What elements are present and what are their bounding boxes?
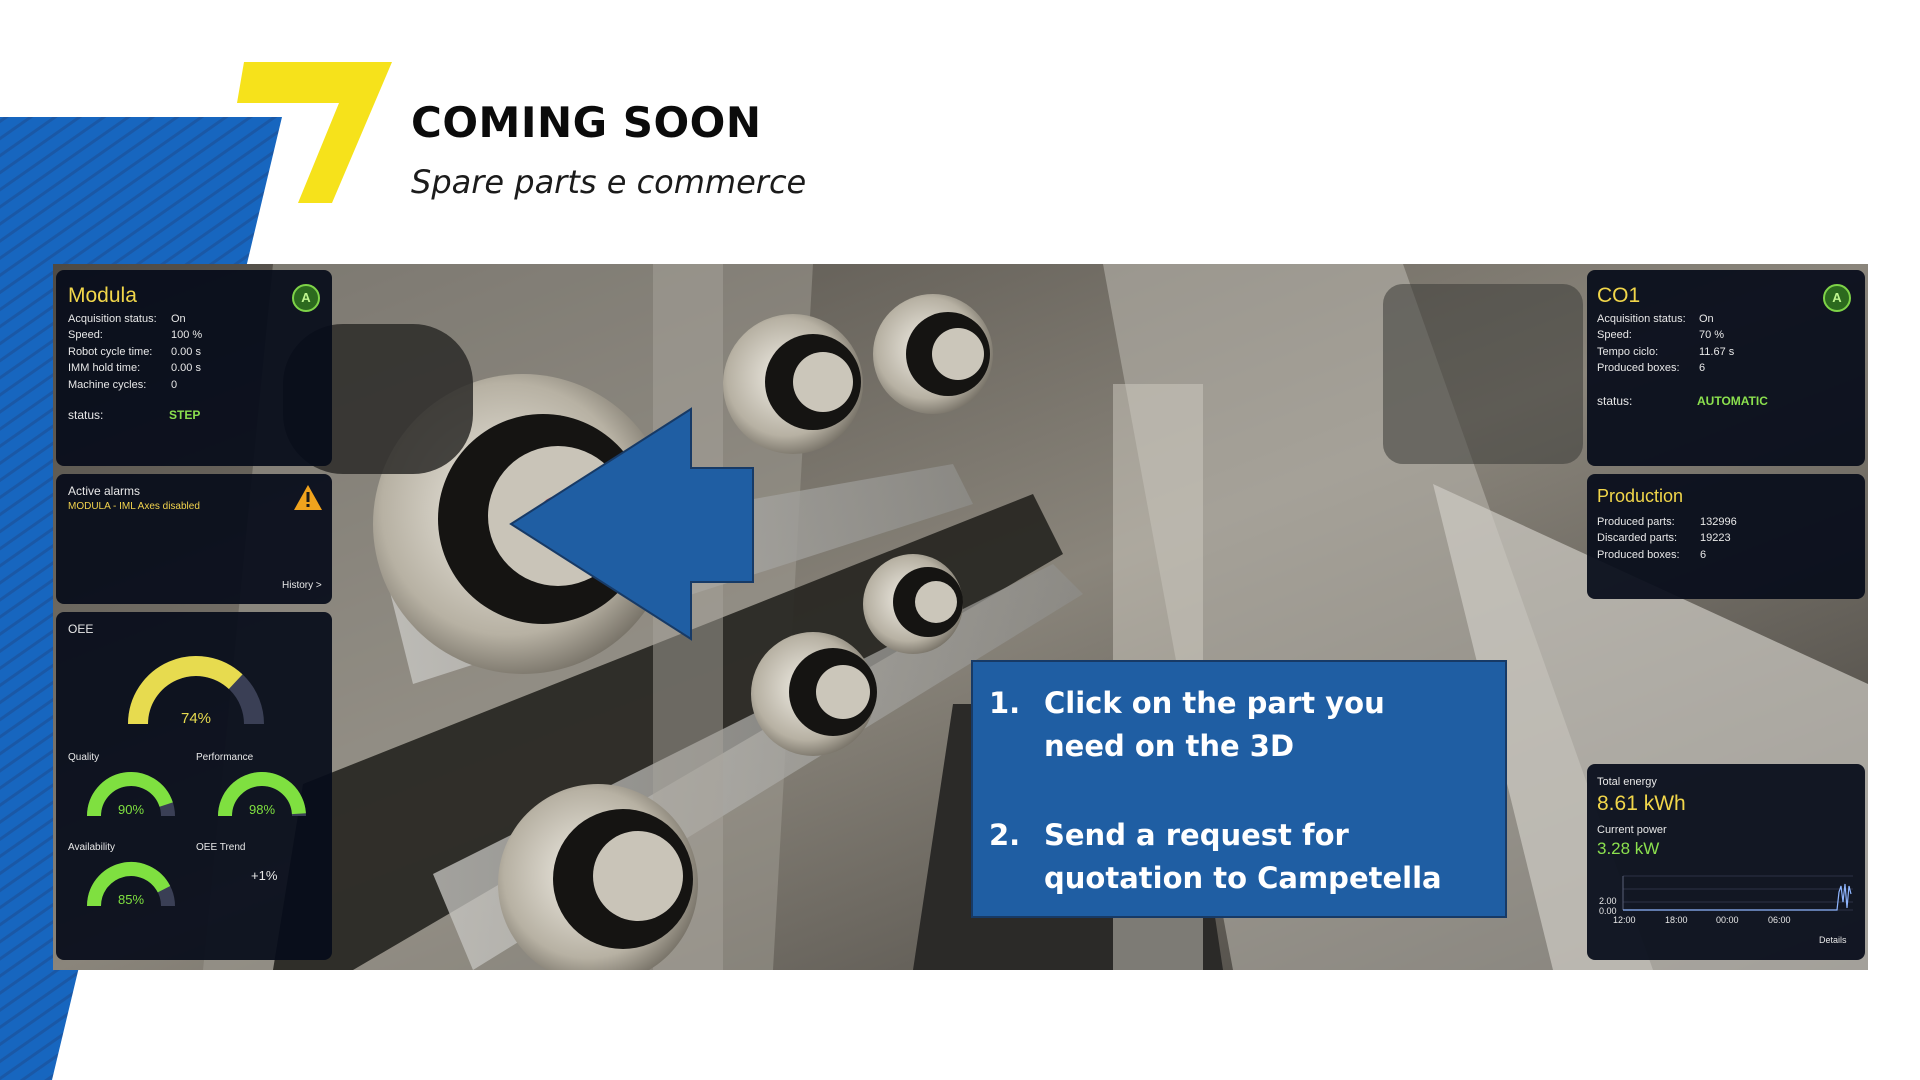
instruction-step: 2. Send a request for quotation to Campe… xyxy=(989,814,1489,904)
modula-row: IMM hold time: 0.00 s xyxy=(68,362,201,374)
slide-title: COMING SOON xyxy=(411,98,762,147)
quality-value: 90% xyxy=(117,802,145,817)
oee-main-value: 74% xyxy=(180,710,212,727)
co1-status-value: AUTOMATIC xyxy=(1697,394,1768,408)
auto-mode-badge: A xyxy=(292,284,320,312)
production-row: Produced parts: 132996 xyxy=(1597,516,1737,528)
availability-value: 85% xyxy=(117,892,145,907)
energy-panel: Total energy 8.61 kWh Current power 3.28… xyxy=(1587,764,1865,960)
alarms-panel: Active alarms MODULA - IML Axes disabled… xyxy=(56,474,332,604)
step-number: 2. xyxy=(989,818,1021,852)
history-link[interactable]: History > xyxy=(282,580,322,591)
y-tick-label: 2.00 xyxy=(1599,896,1617,906)
power-series-line xyxy=(1623,883,1852,911)
co1-panel: CO1 A Acquisition status: On Speed: 70 % T… xyxy=(1587,270,1865,466)
oee-panel: OEE 74% Quality 90% Performance 98% Avai… xyxy=(56,612,332,960)
auto-mode-badge: A xyxy=(1823,284,1851,312)
current-power-label: Current power xyxy=(1597,824,1667,836)
co1-row: Speed: 70 % xyxy=(1597,329,1725,341)
current-power-value: 3.28 kW xyxy=(1597,839,1660,858)
details-link[interactable]: Details xyxy=(1819,935,1847,945)
step-number: 1. xyxy=(989,686,1021,720)
3d-viewport[interactable]: Modula A Acquisition status: On Speed: 100… xyxy=(53,264,1868,970)
oee-title: OEE xyxy=(68,622,94,636)
step-text: Click on the part you need on the 3D xyxy=(1044,686,1385,763)
co1-row: Produced boxes: 6 xyxy=(1597,362,1706,374)
modula-row: Machine cycles: 0 xyxy=(68,379,178,391)
production-panel: Production Produced parts: 132996 Discard… xyxy=(1587,474,1865,599)
alarm-message[interactable]: MODULA - IML Axes disabled xyxy=(68,501,200,512)
step-text: Send a request for quotation to Campetel… xyxy=(1044,818,1442,895)
total-energy-label: Total energy xyxy=(1597,776,1657,788)
oee-trend-label: OEE Trend xyxy=(196,842,246,853)
slide-subtitle: Spare parts e commerce xyxy=(411,163,807,201)
availability-label: Availability xyxy=(68,842,116,853)
quality-label: Quality xyxy=(68,752,100,763)
performance-label: Performance xyxy=(196,752,254,763)
production-title: Production xyxy=(1597,486,1684,506)
modula-row: Acquisition status: On xyxy=(68,313,186,325)
co1-row: Acquisition status: On xyxy=(1597,313,1714,325)
production-row: Discarded parts: 19223 xyxy=(1597,532,1731,544)
instruction-step: 1. Click on the part you need on the 3D xyxy=(989,682,1489,772)
warning-icon xyxy=(294,485,322,510)
modula-row: Speed: 100 % xyxy=(68,329,203,341)
modula-title: Modula xyxy=(68,284,137,307)
performance-value: 98% xyxy=(248,802,276,817)
x-tick-label: 18:00 xyxy=(1665,915,1688,925)
x-tick-label: 06:00 xyxy=(1768,915,1791,925)
modula-status-label: status: xyxy=(68,408,104,422)
modula-row: Robot cycle time: 0.00 s xyxy=(68,346,201,358)
modula-panel: Modula A Acquisition status: On Speed: 100… xyxy=(56,270,332,466)
x-tick-label: 12:00 xyxy=(1613,915,1636,925)
co1-title: CO1 xyxy=(1597,284,1641,307)
modula-status-value: STEP xyxy=(169,408,201,422)
co1-status-label: status: xyxy=(1597,394,1633,408)
oee-trend-value: +1% xyxy=(251,868,278,883)
total-energy-value: 8.61 kWh xyxy=(1597,792,1686,815)
production-row: Produced boxes: 6 xyxy=(1597,549,1707,561)
instruction-callout: 1. Click on the part you need on the 3D … xyxy=(971,660,1507,918)
alarms-title: Active alarms xyxy=(68,484,141,498)
co1-row: Tempo ciclo: 11.67 s xyxy=(1597,346,1735,358)
x-tick-label: 00:00 xyxy=(1716,915,1739,925)
